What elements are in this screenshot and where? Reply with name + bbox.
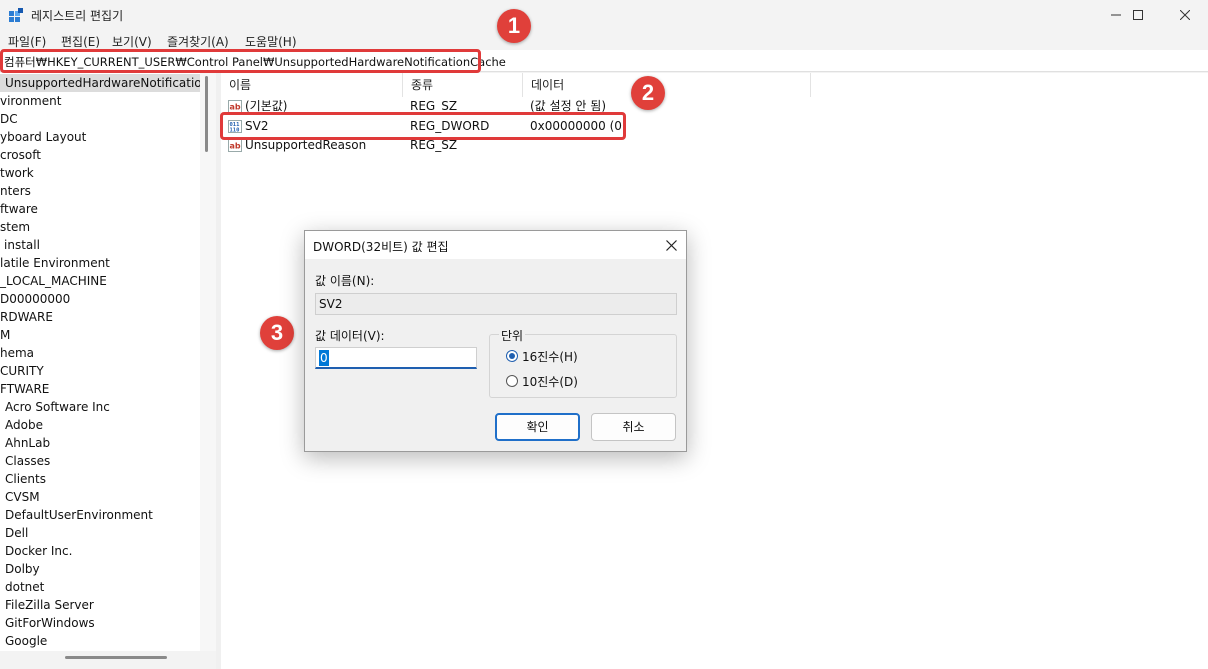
tree-item[interactable]: stem: [0, 218, 30, 236]
dialog-title: DWORD(32비트) 값 편집: [313, 240, 449, 254]
title-bar: 레지스트리 편집기: [0, 0, 1208, 30]
tree-horizontal-scrollbar-thumb[interactable]: [65, 656, 167, 659]
value-data-text: 0: [319, 350, 329, 366]
tree-item[interactable]: FTWARE: [0, 380, 49, 398]
tree-item[interactable]: _LOCAL_MACHINE: [0, 272, 107, 290]
sv2-row-highlight: [220, 112, 626, 140]
tree-item[interactable]: nters: [0, 182, 31, 200]
tree-item[interactable]: RDWARE: [0, 308, 53, 326]
step-badge-1: 1: [497, 9, 531, 43]
tree-item[interactable]: GitForWindows: [5, 614, 95, 632]
close-icon: [665, 239, 677, 251]
address-bar-highlight: [0, 49, 481, 73]
tree-item[interactable]: AhnLab: [5, 434, 50, 452]
tree-item[interactable]: Adobe: [5, 416, 43, 434]
tree-scrollbar-thumb[interactable]: [205, 76, 208, 152]
tree-item[interactable]: vironment: [0, 92, 61, 110]
hex-radio-label[interactable]: 16진수(H): [522, 348, 578, 365]
menu-view[interactable]: 보기(V): [112, 33, 152, 50]
menu-file[interactable]: 파일(F): [8, 33, 46, 50]
value-data-input[interactable]: 0: [315, 347, 477, 369]
column-header-data[interactable]: 데이터: [523, 73, 811, 97]
tree-item[interactable]: hema: [0, 344, 34, 362]
column-header-type[interactable]: 종류: [403, 73, 523, 97]
tree-item[interactable]: Dolby: [5, 560, 40, 578]
decimal-radio-label[interactable]: 10진수(D): [522, 373, 578, 390]
tree-item[interactable]: DefaultUserEnvironment: [5, 506, 153, 524]
tree-item[interactable]: FileZilla Server: [5, 596, 94, 614]
tree-item[interactable]: Google: [5, 632, 47, 650]
menu-edit[interactable]: 편집(E): [61, 33, 100, 50]
tree-item[interactable]: DC: [0, 110, 18, 128]
close-icon: [1180, 10, 1190, 20]
menu-favorites[interactable]: 즐겨찾기(A): [167, 33, 229, 50]
tree-item[interactable]: ftware: [0, 200, 38, 218]
tree-item[interactable]: Acro Software Inc: [5, 398, 110, 416]
tree-item[interactable]: install: [4, 236, 40, 254]
tree-vertical-scrollbar[interactable]: [200, 73, 216, 651]
tree-item[interactable]: D00000000: [0, 290, 70, 308]
tree-item[interactable]: latile Environment: [0, 254, 110, 272]
tree-item[interactable]: Docker Inc.: [5, 542, 72, 560]
dialog-title-bar: DWORD(32비트) 값 편집: [305, 231, 686, 259]
svg-text:ab: ab: [230, 142, 241, 151]
registry-editor-icon: [9, 8, 23, 22]
base-group-label: 단위: [499, 327, 526, 344]
cancel-button[interactable]: 취소: [591, 413, 676, 441]
tree-item[interactable]: crosoft: [0, 146, 41, 164]
key-tree: UnsupportedHardwareNotificationCa vironm…: [0, 73, 200, 651]
maximize-icon: [1133, 10, 1143, 20]
tree-item[interactable]: CURITY: [0, 362, 44, 380]
step-badge-3: 3: [260, 316, 294, 350]
tree-item[interactable]: twork: [0, 164, 34, 182]
svg-text:ab: ab: [230, 103, 241, 112]
edit-dword-dialog: DWORD(32비트) 값 편집 값 이름(N): SV2 값 데이터(V): …: [304, 230, 687, 452]
window-title: 레지스트리 편집기: [31, 9, 124, 23]
tree-item[interactable]: Classes: [5, 452, 50, 470]
tree-item-selected[interactable]: UnsupportedHardwareNotificationCa: [0, 74, 200, 92]
tree-item[interactable]: dotnet: [5, 578, 44, 596]
string-value-icon: ab: [228, 139, 242, 152]
value-name-label: 값 이름(N):: [315, 274, 375, 288]
tree-item[interactable]: Dell: [5, 524, 28, 542]
value-name-field: SV2: [315, 293, 677, 315]
tree-item[interactable]: CVSM: [5, 488, 40, 506]
value-data-label: 값 데이터(V):: [315, 329, 385, 343]
decimal-radio[interactable]: [506, 375, 518, 387]
menu-bar: 파일(F) 편집(E) 보기(V) 즐겨찾기(A) 도움말(H): [0, 30, 1208, 50]
hex-radio[interactable]: [506, 350, 518, 362]
menu-help[interactable]: 도움말(H): [245, 33, 297, 50]
step-badge-2: 2: [631, 76, 665, 110]
tree-item[interactable]: yboard Layout: [0, 128, 86, 146]
dialog-close-button[interactable]: [662, 236, 680, 254]
tree-item[interactable]: M: [0, 326, 10, 344]
ok-button[interactable]: 확인: [495, 413, 580, 441]
maximize-button[interactable]: [1115, 0, 1161, 30]
column-header-name[interactable]: 이름: [221, 73, 403, 97]
close-window-button[interactable]: [1162, 0, 1208, 30]
tree-item[interactable]: Clients: [5, 470, 46, 488]
